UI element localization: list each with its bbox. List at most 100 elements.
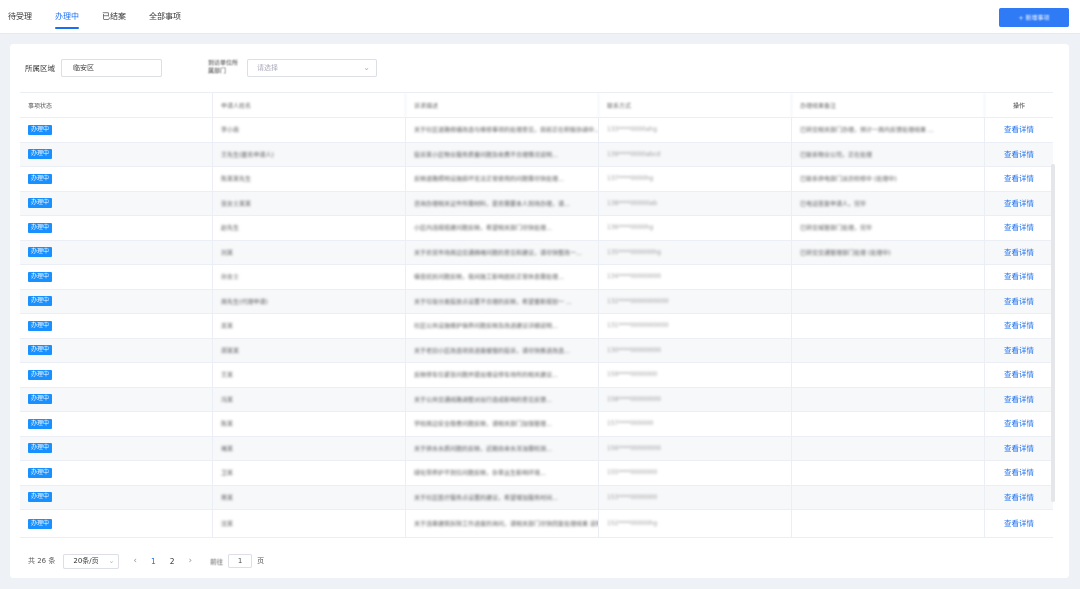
- view-details-link[interactable]: 查看详情: [1004, 296, 1034, 307]
- table-row: 办理中 郑某某 关于老旧小区改造项目进度缓慢的投诉，请尽快推进改造... 130***…: [20, 338, 1053, 363]
- view-details-link[interactable]: 查看详情: [1004, 198, 1034, 209]
- table-cell: 查看详情: [985, 216, 1053, 240]
- table-cell: 查看详情: [985, 437, 1053, 461]
- header-action: 操作: [1012, 103, 1025, 110]
- table-row: 办理中 冯某 关于公共交通线路调整对出行造成影响的意见反馈... 158****000…: [20, 387, 1053, 412]
- status-tabs: 待受理 办理中 已结案 全部事项: [8, 0, 204, 34]
- table-cell: 158****00000000: [599, 387, 792, 411]
- table-cell: 噪音扰民问题反映，夜间施工影响居民正常休息需处理...: [406, 265, 599, 289]
- table-body: 办理中 李小南 关于社区道路修缮改造与维修事项的处理意见，目前正在积极协调中... 1…: [20, 118, 1053, 538]
- status-badge: 办理中: [28, 518, 53, 529]
- view-details-link[interactable]: 查看详情: [1004, 124, 1034, 135]
- page-2[interactable]: 2: [170, 557, 175, 566]
- next-page-icon[interactable]: ›: [189, 556, 193, 566]
- table-cell: 134****00000000: [599, 265, 792, 289]
- department-select[interactable]: 请选择 ⌄: [247, 59, 377, 77]
- table-cell: 139****0000abcd: [599, 142, 792, 166]
- table-cell: 已电话答复申请人，完毕: [792, 191, 985, 215]
- cell-text: 绿化带养护不到位问题反映，杂草丛生影响环境...: [414, 470, 546, 478]
- region-input[interactable]: 临安区: [61, 59, 162, 77]
- cell-text: 关于社区医疗服务点设置的建议，希望增加服务时间...: [414, 494, 558, 502]
- view-details-link[interactable]: 查看详情: [1004, 467, 1034, 478]
- tab-all[interactable]: 全部事项: [149, 0, 181, 34]
- table-cell: 查看详情: [985, 192, 1053, 216]
- page-1[interactable]: 1: [151, 557, 156, 566]
- prev-page-icon[interactable]: ‹: [133, 556, 137, 566]
- table-cell: 办理中: [20, 191, 213, 215]
- table-cell: 办理中: [20, 363, 213, 387]
- items-table: 事项状态 申请人姓名 诉求描述 联系方式 办理结果备注 操作 办理中 李小南 关于社…: [20, 92, 1053, 544]
- table-cell: 152****00000hg: [599, 510, 792, 537]
- table-cell: 赵先生: [213, 216, 406, 240]
- tab-pending[interactable]: 待受理: [8, 0, 32, 34]
- status-badge: 办理中: [28, 198, 53, 209]
- tab-closed[interactable]: 已结案: [102, 0, 126, 34]
- view-details-link[interactable]: 查看详情: [1004, 492, 1034, 503]
- cell-text: 156****00000000: [607, 444, 661, 452]
- page-size-value: 20条/页: [73, 557, 99, 565]
- table-cell: 155****0000000: [599, 461, 792, 485]
- view-details-link[interactable]: 查看详情: [1004, 173, 1034, 184]
- cell-text: 小区内违规搭建问题反映，希望相关部门尽快处理...: [414, 225, 552, 233]
- cell-text: 卫某: [221, 470, 234, 478]
- table-row: 办理中 卫某 绿化带养护不到位问题反映，杂草丛生影响环境... 155****0000…: [20, 461, 1053, 486]
- table-cell: 办理中: [20, 412, 213, 436]
- table-cell: [792, 436, 985, 460]
- cell-text: 159****0000000: [607, 371, 658, 379]
- total-count: 共 26 条: [28, 557, 56, 565]
- table-cell: 咨询办理相关证件所需材料，是否需要本人到场办理，请...: [406, 191, 599, 215]
- cell-text: 130****00000000: [607, 346, 661, 354]
- table-cell: 办理中: [20, 142, 213, 166]
- header-contact: 联系方式: [599, 93, 792, 118]
- table-cell: 卫某: [213, 461, 406, 485]
- view-details-link[interactable]: 查看详情: [1004, 271, 1034, 282]
- cell-text: 学校周边安全隐患问题反映，请相关部门加强管理...: [414, 421, 552, 429]
- cell-text: 关于老旧小区改造项目进度缓慢的投诉，请尽快推进改造...: [414, 347, 570, 355]
- table-cell: 查看详情: [985, 241, 1053, 265]
- page-size-select[interactable]: 20条/页 ⌄: [63, 553, 120, 569]
- view-details-link[interactable]: 查看详情: [1004, 394, 1034, 405]
- filter-bar: 所属区域 临安区 到访单位所属部门 请选择 ⌄: [25, 58, 377, 78]
- table-cell: 关于公共交通线路调整对出行造成影响的意见反馈...: [406, 387, 599, 411]
- table-cell: 关于垃圾分类投放点设置不合理的反映，希望重新规划一 ...: [406, 289, 599, 313]
- view-details-link[interactable]: 查看详情: [1004, 369, 1034, 380]
- table-cell: [792, 314, 985, 338]
- cell-text: 陈某: [221, 421, 234, 429]
- view-details-link[interactable]: 查看详情: [1004, 418, 1034, 429]
- cell-text: 133****0000ahg: [607, 126, 658, 134]
- table-row: 办理中 陈某某先生 反映道路照明设施损坏无法正常使用的问题需尽快处理... 137**…: [20, 167, 1053, 192]
- view-details-link[interactable]: 查看详情: [1004, 320, 1034, 331]
- page-suffix: 页: [257, 557, 265, 565]
- table-cell: 159****0000000: [599, 363, 792, 387]
- view-details-link[interactable]: 查看详情: [1004, 149, 1034, 160]
- table-cell: 156****00000000: [599, 436, 792, 460]
- goto-page-input[interactable]: 1: [228, 554, 253, 568]
- table-cell: 查看详情: [985, 339, 1053, 363]
- table-cell: 查看详情: [985, 118, 1053, 142]
- table-cell: 查看详情: [985, 290, 1053, 314]
- table-scrollbar[interactable]: [1051, 164, 1055, 502]
- table-cell: 办理中: [20, 240, 213, 264]
- status-badge: 办理中: [28, 394, 53, 405]
- view-details-link[interactable]: 查看详情: [1004, 247, 1034, 258]
- cell-text: 赵先生: [221, 225, 240, 233]
- tab-in-progress[interactable]: 办理中: [55, 0, 79, 34]
- view-details-link[interactable]: 查看详情: [1004, 443, 1034, 454]
- cell-text: 周先生(代理申请): [221, 298, 268, 306]
- table-cell: 办理中: [20, 118, 213, 142]
- table-cell: 投诉某小区物业服务质量问题及收费不合理情况说明...: [406, 142, 599, 166]
- table-cell: [792, 387, 985, 411]
- view-details-link[interactable]: 查看详情: [1004, 345, 1034, 356]
- status-badge: 办理中: [28, 345, 53, 356]
- table-cell: 查看详情: [985, 388, 1053, 412]
- cell-text: 153****0000000: [607, 493, 658, 501]
- cell-text: 关于公共交通线路调整对出行造成影响的意见反馈...: [414, 396, 552, 404]
- table-cell: 学校周边安全隐患问题反映，请相关部门加强管理...: [406, 412, 599, 436]
- view-details-link[interactable]: 查看详情: [1004, 222, 1034, 233]
- add-item-button[interactable]: + 新增事项: [999, 8, 1069, 27]
- view-details-link[interactable]: 查看详情: [1004, 518, 1034, 529]
- cell-text: 已转交城管部门处理，完毕: [800, 225, 873, 233]
- table-cell: 查看详情: [985, 510, 1053, 537]
- status-badge: 办理中: [28, 467, 53, 478]
- department-label: 到访单位所属部门: [208, 60, 239, 75]
